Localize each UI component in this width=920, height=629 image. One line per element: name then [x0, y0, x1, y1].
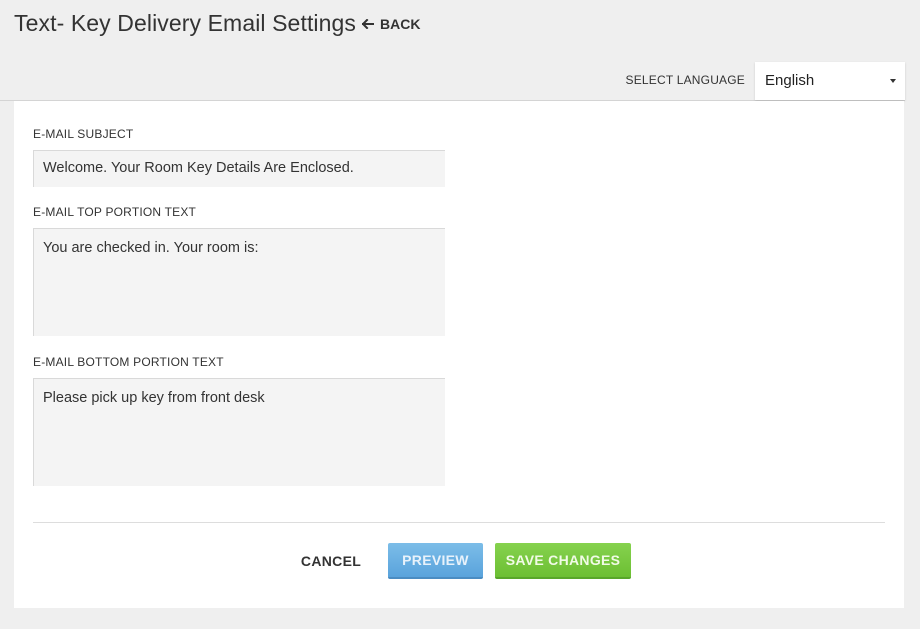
caret-down-icon	[890, 79, 896, 83]
back-link[interactable]: BACK	[361, 16, 421, 32]
page: Text- Key Delivery Email Settings BACK S…	[0, 0, 920, 629]
email-top-text-label: E-MAIL TOP PORTION TEXT	[33, 205, 197, 219]
arrow-left-icon	[361, 16, 380, 32]
email-bottom-text-textarea[interactable]: Please pick up key from front desk	[33, 378, 445, 486]
page-title: Text- Key Delivery Email Settings	[14, 10, 357, 36]
back-label: BACK	[380, 16, 421, 32]
language-bar: SELECT LANGUAGE English	[0, 62, 905, 101]
email-subject-input[interactable]: Welcome. Your Room Key Details Are Enclo…	[33, 150, 445, 187]
preview-button[interactable]: PREVIEW	[388, 543, 483, 579]
email-top-text-textarea[interactable]: You are checked in. Your room is:	[33, 228, 445, 336]
header: Text- Key Delivery Email Settings BACK	[0, 0, 920, 56]
language-select-value: English	[765, 72, 815, 89]
select-language-label: SELECT LANGUAGE	[625, 73, 745, 87]
cancel-button[interactable]: CANCEL	[296, 543, 366, 579]
email-subject-label: E-MAIL SUBJECT	[33, 127, 134, 141]
email-bottom-text-label: E-MAIL BOTTOM PORTION TEXT	[33, 355, 224, 369]
language-select[interactable]: English	[755, 62, 905, 100]
divider	[33, 522, 885, 523]
email-settings-form: E-MAIL SUBJECT Welcome. Your Room Key De…	[14, 101, 904, 608]
save-changes-button[interactable]: SAVE CHANGES	[495, 543, 631, 579]
